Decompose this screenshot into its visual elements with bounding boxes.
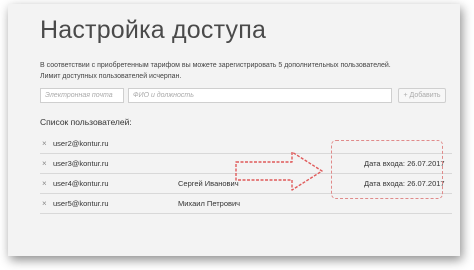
fio-input[interactable]: ФИО и должность (128, 88, 392, 103)
user-fio: Сергей Иванович (178, 179, 239, 188)
add-user-button[interactable]: + Добавить (398, 88, 446, 103)
settings-panel: Настройка доступа В соответствии с приоб… (8, 4, 460, 256)
user-email: user2@kontur.ru (53, 139, 109, 148)
user-fio: Михаил Петрович (178, 199, 241, 208)
annotation-highlight-box (331, 140, 443, 199)
close-icon[interactable]: × (42, 139, 47, 148)
limit-notice-line: Лимит доступных пользователей исчерпан. (40, 73, 182, 80)
email-input[interactable]: Электронная почта (40, 88, 124, 103)
user-list-header: Список пользователей: (40, 117, 132, 127)
user-email: user5@kontur.ru (53, 199, 109, 208)
tariff-notice: В соответствии с приобретенным тарифом в… (40, 60, 460, 82)
close-icon[interactable]: × (42, 159, 47, 168)
annotation-arrow-icon (235, 151, 323, 191)
close-icon[interactable]: × (42, 179, 47, 188)
close-icon[interactable]: × (42, 199, 47, 208)
user-email: user4@kontur.ru (53, 179, 109, 188)
user-email: user3@kontur.ru (53, 159, 109, 168)
page-title: Настройка доступа (40, 16, 267, 44)
notice-line: В соответствии с приобретенным тарифом в… (40, 62, 391, 69)
